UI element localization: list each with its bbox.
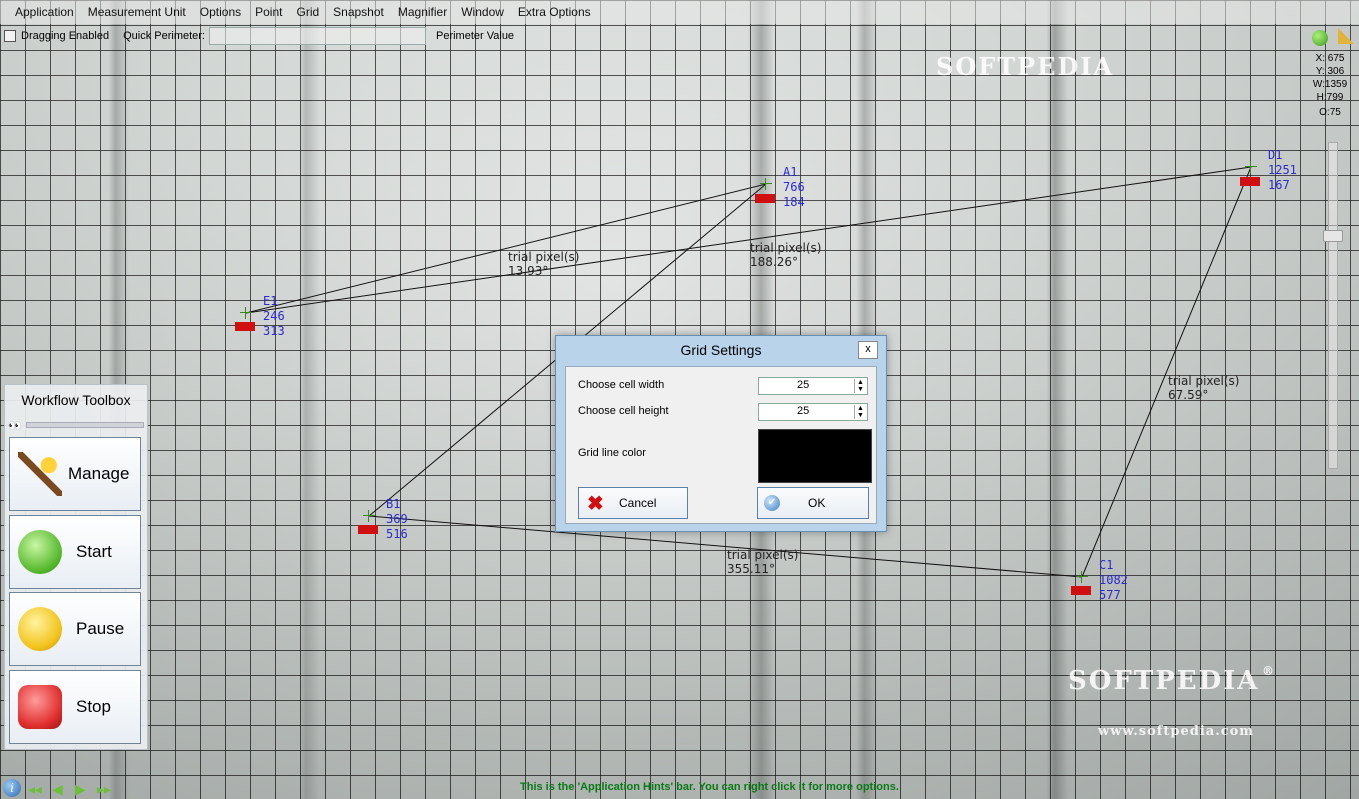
cancel-label: Cancel bbox=[619, 496, 657, 510]
cell-width-arrows-icon[interactable]: ▲ ▼ bbox=[854, 379, 866, 393]
segment-label-d1-c1: trial pixel(s) 67.59° bbox=[1168, 374, 1240, 402]
opacity-slider-thumb[interactable] bbox=[1323, 230, 1343, 242]
quick-perimeter-label: Quick Perimeter: bbox=[123, 30, 205, 42]
dragging-enabled-checkbox[interactable] bbox=[4, 30, 16, 42]
info-icon[interactable]: i bbox=[3, 779, 21, 797]
pause-button[interactable]: Pause bbox=[9, 592, 141, 666]
start-icon bbox=[18, 530, 62, 574]
segment-label-b1-c1: trial pixel(s) 355.11° bbox=[727, 548, 799, 576]
ok-check-icon: ✔ bbox=[764, 495, 780, 511]
magic-wand-icon bbox=[18, 452, 62, 496]
point-c1-crosshair[interactable] bbox=[1076, 571, 1088, 583]
point-b1-label: B1 369 516 bbox=[386, 497, 408, 541]
stop-label: Stop bbox=[76, 697, 111, 716]
cell-width-label: Choose cell width bbox=[578, 379, 665, 391]
ok-button[interactable]: ✔ OK bbox=[757, 487, 869, 519]
point-d1-label: D1 1251 167 bbox=[1268, 148, 1297, 192]
options-row: Dragging Enabled Quick Perimeter: Perime… bbox=[0, 26, 540, 46]
cancel-x-icon: ✖ bbox=[587, 492, 604, 515]
point-e1-marker[interactable] bbox=[235, 322, 255, 331]
next-icon[interactable]: ▶ bbox=[75, 781, 86, 798]
readout-x: X: 675 bbox=[1315, 53, 1345, 64]
start-label: Start bbox=[76, 542, 112, 561]
menu-grid[interactable]: Grid bbox=[289, 5, 326, 19]
hints-text: This is the 'Application Hints' bar. You… bbox=[520, 781, 899, 793]
dragging-enabled-label: Dragging Enabled bbox=[21, 30, 110, 42]
readout-y: Y: 306 bbox=[1315, 66, 1345, 77]
eyes-icon[interactable]: 👀 bbox=[8, 419, 22, 432]
toolbox-title: Workflow Toolbox bbox=[21, 392, 131, 408]
cell-height-label: Choose cell height bbox=[578, 405, 669, 417]
dialog-body: Choose cell width 25 ▲ ▼ Choose cell heig… bbox=[565, 366, 877, 524]
manage-label: Manage bbox=[68, 464, 130, 483]
dialog-titlebar[interactable]: Grid Settings x bbox=[556, 336, 886, 364]
segment-label-e1-a1: trial pixel(s) 13.93° bbox=[508, 250, 580, 278]
power-pause-icon bbox=[18, 607, 62, 651]
coordinate-readout: X: 675 Y: 306 W:1359 H:799 O:75 bbox=[1302, 52, 1358, 119]
menu-snapshot[interactable]: Snapshot bbox=[326, 5, 391, 19]
menu-bar: Application Measurement Unit Options Poi… bbox=[0, 0, 1359, 24]
close-button[interactable]: x bbox=[858, 341, 878, 359]
point-e1-crosshair[interactable] bbox=[240, 307, 252, 319]
menu-application[interactable]: Application bbox=[8, 5, 81, 19]
readout-h: H:799 bbox=[1316, 92, 1344, 103]
toolbox-strip: 👀 bbox=[8, 416, 144, 434]
point-d1-crosshair[interactable] bbox=[1245, 161, 1257, 173]
toolbox-opacity-track[interactable] bbox=[25, 422, 144, 428]
quick-perimeter-input[interactable] bbox=[209, 27, 426, 45]
grid-settings-dialog: Grid Settings x Choose cell width 25 ▲ ▼ … bbox=[555, 335, 887, 532]
menu-point[interactable]: Point bbox=[248, 5, 289, 19]
point-c1-marker[interactable] bbox=[1071, 586, 1091, 595]
point-c1-label: C1 1082 577 bbox=[1099, 558, 1128, 602]
softpedia-url: www.softpedia.com bbox=[1098, 724, 1255, 739]
cell-height-spinner[interactable]: 25 ▲ ▼ bbox=[758, 403, 868, 421]
point-b1-crosshair[interactable] bbox=[363, 510, 375, 522]
segment-label-e1-d1: trial pixel(s) 188.26° bbox=[750, 241, 822, 269]
menu-measurement-unit[interactable]: Measurement Unit bbox=[81, 5, 193, 19]
menu-extra-options[interactable]: Extra Options bbox=[511, 5, 598, 19]
grid-line-color-swatch[interactable] bbox=[758, 429, 872, 483]
perimeter-value-label: Perimeter Value bbox=[436, 30, 515, 42]
readout-opacity: O:75 bbox=[1319, 107, 1341, 118]
status-light-icon[interactable] bbox=[1312, 30, 1328, 46]
softpedia-watermark-bottom: SOFTPEDIA bbox=[1068, 666, 1260, 696]
cell-width-value[interactable]: 25 bbox=[797, 379, 809, 391]
previous-icon[interactable]: ◀ bbox=[52, 781, 63, 798]
menu-window[interactable]: Window bbox=[454, 5, 511, 19]
menu-options[interactable]: Options bbox=[193, 5, 248, 19]
rewind-icon[interactable]: ◂◂ bbox=[28, 781, 42, 798]
registered-mark: ® bbox=[1262, 664, 1276, 678]
point-a1-marker[interactable] bbox=[755, 194, 775, 203]
workflow-toolbox: Workflow Toolbox 👀 Manage Start Pause St… bbox=[4, 384, 148, 750]
start-button[interactable]: Start bbox=[9, 515, 141, 589]
stop-icon bbox=[18, 685, 62, 729]
ruler-icon[interactable] bbox=[1338, 28, 1354, 44]
cell-width-spinner[interactable]: 25 ▲ ▼ bbox=[758, 377, 868, 395]
point-b1-marker[interactable] bbox=[358, 525, 378, 534]
point-d1-marker[interactable] bbox=[1240, 177, 1260, 186]
cancel-button[interactable]: ✖ Cancel bbox=[578, 487, 688, 519]
opacity-slider-track[interactable] bbox=[1328, 142, 1338, 469]
manage-button[interactable]: Manage bbox=[9, 437, 141, 511]
cell-height-value[interactable]: 25 bbox=[797, 405, 809, 417]
point-a1-label: A1 766 184 bbox=[783, 165, 805, 209]
menu-magnifier[interactable]: Magnifier bbox=[391, 5, 454, 19]
point-a1-crosshair[interactable] bbox=[760, 178, 772, 190]
fast-forward-icon[interactable]: ▸▸ bbox=[97, 781, 111, 798]
readout-w: W:1359 bbox=[1312, 79, 1348, 90]
grid-line-color-label: Grid line color bbox=[578, 447, 646, 459]
dialog-title: Grid Settings bbox=[680, 342, 762, 358]
ok-label: OK bbox=[808, 496, 826, 510]
stop-button[interactable]: Stop bbox=[9, 670, 141, 744]
softpedia-watermark-top: SOFTPEDIA bbox=[936, 52, 1115, 81]
pause-label: Pause bbox=[76, 619, 125, 638]
cell-height-arrows-icon[interactable]: ▲ ▼ bbox=[854, 405, 866, 419]
point-e1-label: E1 246 313 bbox=[263, 294, 285, 338]
